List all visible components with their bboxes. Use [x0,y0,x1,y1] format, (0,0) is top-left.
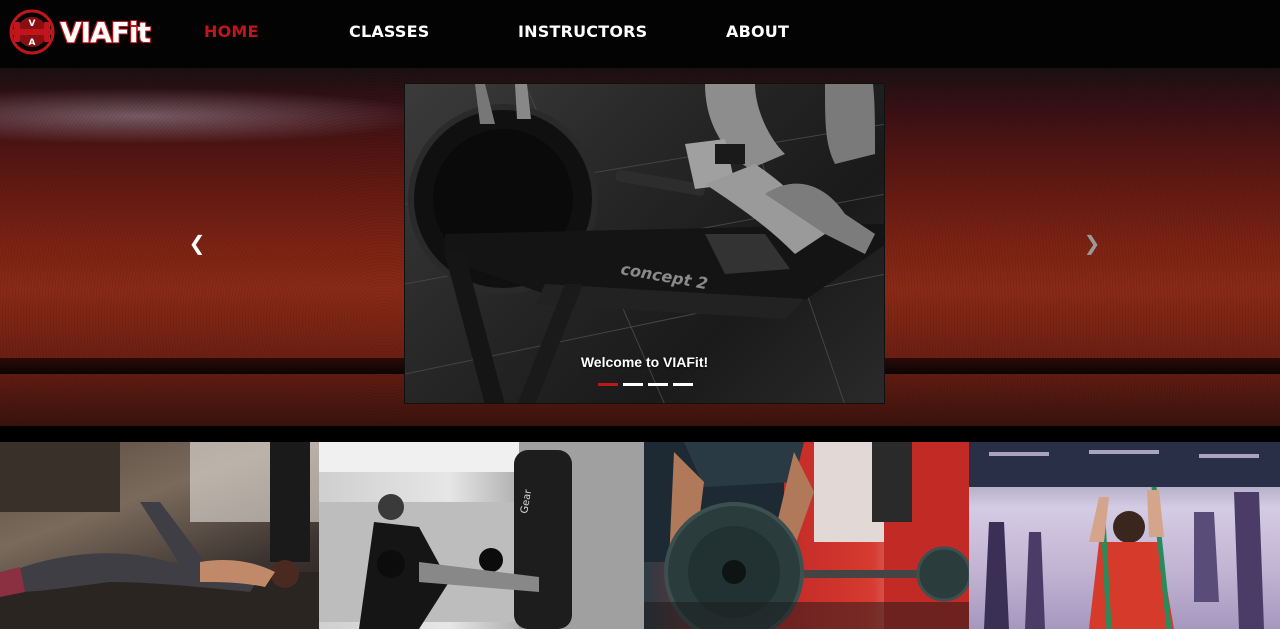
chevron-right-icon[interactable]: ❯ [1081,232,1103,254]
nav-about[interactable]: ABOUT [726,22,789,41]
svg-text:A: A [29,38,36,48]
logo-dumbbell-icon: V A [9,9,55,55]
nav-instructors[interactable]: INSTRUCTORS [518,22,647,41]
slide-caption: Welcome to VIAFit! [580,354,709,370]
carousel-indicator-4[interactable] [673,383,693,386]
carousel-indicators [598,383,693,386]
resistance-band-class-image [969,442,1280,629]
kickboxing-image: Gear [319,442,644,629]
weight-plate-image [644,442,969,629]
stretching-class-image [0,442,319,629]
brand-logo[interactable]: V A VIAFit [8,8,151,56]
gallery-photo-weight-plates[interactable] [644,442,969,629]
gallery-photo-kickboxing[interactable]: Gear [319,442,644,629]
gallery-photo-stretching[interactable] [0,442,319,629]
nav-classes[interactable]: CLASSES [349,22,430,41]
brand-name: VIAFit [60,15,151,49]
carousel-slide[interactable]: concept 2 Welcome to VIAFit! [404,83,885,404]
top-navbar: V A VIAFit HOME CLASSES INSTRUCTORS ABOU… [0,0,1280,68]
photo-gallery: Gear [0,442,1280,629]
carousel-indicator-1[interactable] [598,383,618,386]
svg-text:V: V [29,19,36,29]
nav-home[interactable]: HOME [204,22,259,41]
gallery-photo-resistance-bands[interactable] [969,442,1280,629]
chevron-left-icon[interactable]: ❮ [186,232,208,254]
carousel-indicator-3[interactable] [648,383,668,386]
carousel-indicator-2[interactable] [623,383,643,386]
